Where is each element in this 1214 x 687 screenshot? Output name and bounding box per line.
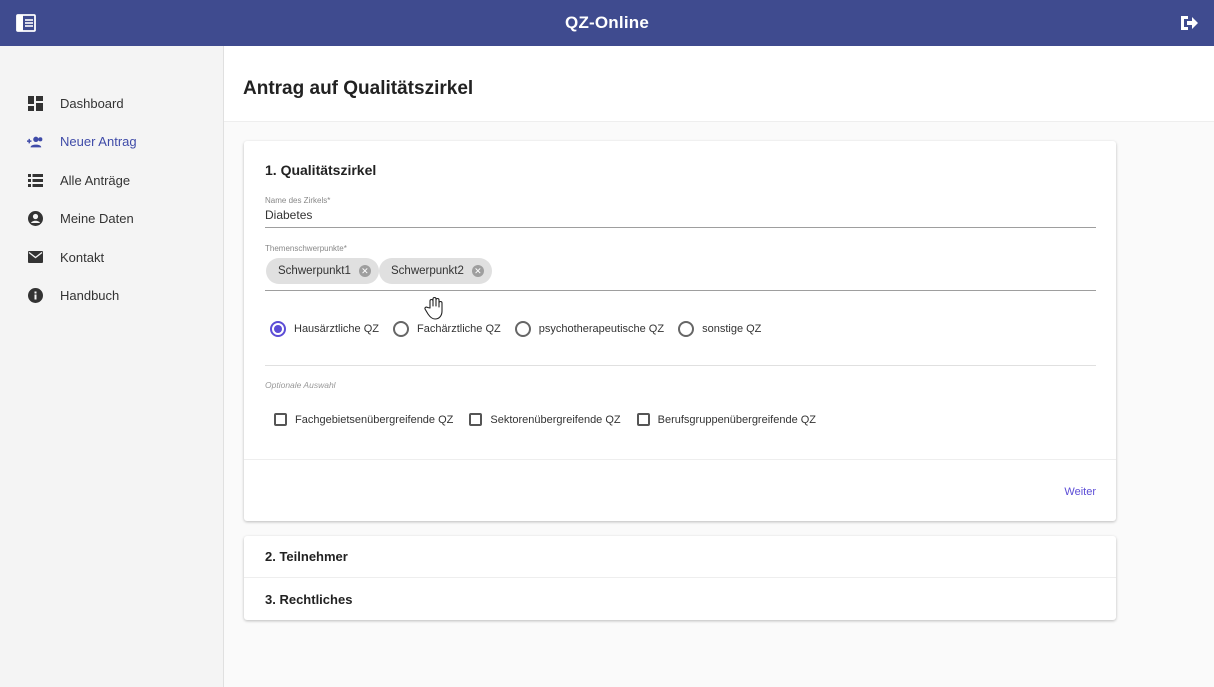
sidebar-item-neuer-antrag[interactable]: Neuer Antrag — [0, 123, 223, 162]
checkbox-box — [636, 413, 650, 426]
radio-psychotherapeutische-qz[interactable]: psychotherapeutische QZ — [514, 321, 665, 337]
checkbox-berufsgruppenuebergreifende-qz[interactable]: Berufsgruppenübergreifende QZ — [636, 413, 817, 426]
main-content: Antrag auf Qualitätszirkel 1. Qualitätsz… — [224, 46, 1214, 687]
sidebar-item-label: Meine Daten — [60, 211, 134, 227]
name-field-label: Name des Zirkels* — [265, 196, 331, 205]
step-card-qualitaetszirkel: 1. Qualitätszirkel Name des Zirkels* Dia… — [244, 141, 1116, 521]
checkbox-box — [469, 413, 483, 426]
page-header: Antrag auf Qualitätszirkel — [224, 46, 1214, 122]
chip-remove-icon[interactable]: ✕ — [358, 265, 371, 277]
topics-field-underline — [265, 290, 1096, 291]
checkbox-label: Fachgebietsenübergreifende QZ — [295, 413, 454, 426]
collapsed-steps-card: 2. Teilnehmer 3. Rechtliches — [244, 536, 1116, 620]
optional-checkbox-group: Fachgebietsenübergreifende QZ Sektorenüb… — [274, 413, 832, 426]
step-teilnehmer[interactable]: 2. Teilnehmer — [244, 536, 1116, 578]
radio-label: sonstige QZ — [702, 323, 762, 335]
sidebar-nav: Dashboard Neuer Antrag Alle Anträge Mein… — [0, 46, 224, 687]
radio-label: psychotherapeutische QZ — [538, 323, 665, 335]
add-group-icon — [27, 134, 43, 150]
card-footer-divider — [244, 459, 1116, 460]
chip-label: Schwerpunkt1 — [278, 265, 351, 277]
radio-sonstige-qz[interactable]: sonstige QZ — [678, 321, 761, 337]
optional-selection-label: Optionale Auswahl — [265, 380, 336, 390]
sidebar-item-label: Handbuch — [60, 288, 120, 304]
radio-label: Fachärztliche QZ — [416, 323, 501, 335]
list-icon — [27, 172, 43, 188]
hand-cursor-icon — [424, 296, 446, 320]
radio-hausaerztliche-qz[interactable]: Hausärztliche QZ — [270, 321, 379, 337]
name-field[interactable]: Diabetes — [265, 208, 312, 222]
sidebar-item-dashboard[interactable]: Dashboard — [0, 84, 223, 123]
topic-chip[interactable]: Schwerpunkt2 ✕ — [379, 258, 492, 284]
chip-remove-icon[interactable]: ✕ — [471, 265, 484, 277]
radio-fachaerztliche-qz[interactable]: Fachärztliche QZ — [392, 321, 501, 337]
sidebar-item-alle-antraege[interactable]: Alle Anträge — [0, 161, 223, 200]
checkbox-label: Sektorenübergreifende QZ — [490, 413, 621, 426]
topics-field-label: Themenschwerpunkte* — [265, 244, 347, 253]
sidebar-item-label: Neuer Antrag — [60, 134, 137, 150]
checkbox-box — [274, 413, 287, 426]
radio-label: Hausärztliche QZ — [294, 323, 379, 335]
topic-chip[interactable]: Schwerpunkt1 ✕ — [266, 258, 379, 284]
sidebar-item-meine-daten[interactable]: Meine Daten — [0, 200, 223, 239]
page-title: Antrag auf Qualitätszirkel — [243, 78, 474, 99]
section-divider — [265, 365, 1096, 366]
qz-type-radio-group: Hausärztliche QZ Fachärztliche QZ psycho… — [270, 321, 775, 337]
sidebar-item-label: Kontakt — [60, 249, 105, 265]
name-field-underline — [265, 227, 1096, 228]
radio-circle — [514, 321, 531, 337]
info-icon — [27, 288, 43, 304]
app-title: QZ-Online — [565, 13, 649, 32]
dashboard-icon — [27, 95, 43, 111]
menu-toggle-icon[interactable] — [15, 12, 37, 34]
sidebar-item-label: Dashboard — [60, 95, 124, 111]
chip-label: Schwerpunkt2 — [391, 265, 464, 277]
step-rechtliches[interactable]: 3. Rechtliches — [244, 578, 1116, 620]
radio-circle — [392, 321, 409, 337]
account-icon — [27, 211, 43, 227]
sidebar-item-label: Alle Anträge — [60, 172, 131, 188]
sidebar-item-kontakt[interactable]: Kontakt — [0, 238, 223, 277]
radio-circle — [678, 321, 695, 337]
sidebar-item-handbuch[interactable]: Handbuch — [0, 277, 223, 316]
logout-icon[interactable] — [1178, 12, 1200, 34]
section-title: 1. Qualitätszirkel — [265, 162, 377, 178]
next-button[interactable]: Weiter — [1064, 486, 1096, 498]
checkbox-label: Berufsgruppenübergreifende QZ — [657, 413, 817, 426]
mail-icon — [27, 249, 43, 265]
top-app-bar: QZ-Online — [0, 0, 1214, 46]
checkbox-sektorenuebergreifende-qz[interactable]: Sektorenübergreifende QZ — [469, 413, 621, 426]
radio-circle — [270, 321, 286, 337]
checkbox-fachgebietsuebergreifende-qz[interactable]: Fachgebietsenübergreifende QZ — [274, 413, 453, 426]
